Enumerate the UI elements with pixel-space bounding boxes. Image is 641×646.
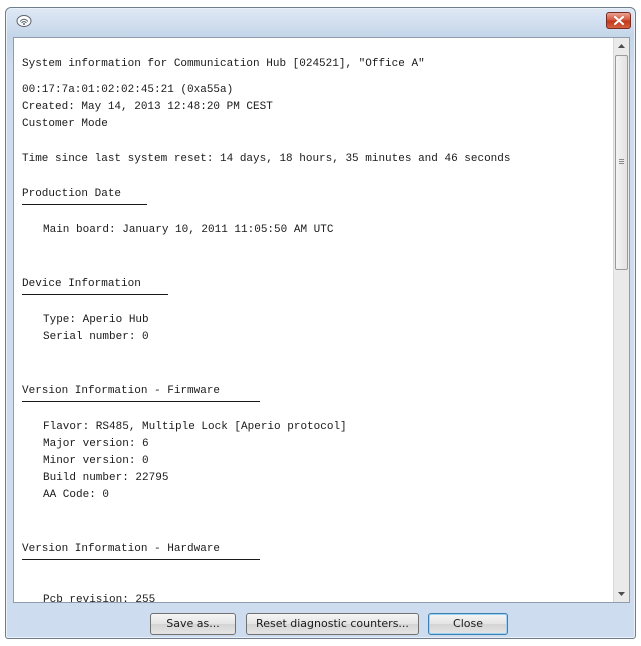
section-heading-production: Production Date: [22, 188, 122, 200]
firmware-flavor: Flavor: RS485, Multiple Lock [Aperio pro…: [43, 421, 347, 433]
section-heading-firmware: Version Information - Firmware: [22, 385, 221, 397]
hub-icon: [16, 15, 32, 27]
serial-number: Serial number: 0: [43, 331, 149, 343]
window-close-button[interactable]: [606, 12, 631, 29]
close-button[interactable]: Close: [428, 613, 508, 635]
section-heading-device: Device Information: [22, 278, 141, 290]
firmware-major-version: Major version: 6: [43, 438, 149, 450]
grip-line: [619, 161, 624, 162]
report-viewer[interactable]: System information for Communication Hub…: [13, 37, 630, 603]
report-header: System information for Communication Hub…: [22, 58, 425, 70]
scroll-thumb[interactable]: [615, 55, 628, 270]
mode-text: Customer Mode: [22, 118, 108, 130]
heading-underline: [22, 294, 168, 295]
scroll-up-button[interactable]: [614, 38, 629, 54]
device-type: Type: Aperio Hub: [43, 314, 149, 326]
firmware-aa-code: AA Code: 0: [43, 489, 110, 501]
uptime-text: Time since last system reset: 14 days, 1…: [22, 153, 511, 165]
main-board-date: Main board: January 10, 2011 11:05:50 AM…: [43, 224, 334, 236]
title-bar[interactable]: [6, 8, 635, 34]
vertical-scrollbar[interactable]: [613, 38, 629, 602]
heading-underline: [22, 559, 260, 560]
system-info-dialog: System information for Communication Hub…: [5, 7, 636, 639]
close-x-icon: [614, 16, 624, 25]
section-heading-hardware: Version Information - Hardware: [22, 543, 221, 555]
created-date: Created: May 14, 2013 12:48:20 PM CEST: [22, 101, 273, 113]
heading-underline: [22, 204, 147, 205]
reset-diagnostic-counters-button[interactable]: Reset diagnostic counters...: [246, 613, 419, 635]
hardware-partial-line: Pcb revision: 255: [43, 594, 156, 602]
arrow-down-icon: [618, 592, 625, 596]
arrow-up-icon: [618, 44, 625, 48]
grip-line: [619, 163, 624, 164]
save-as-button[interactable]: Save as...: [150, 613, 236, 635]
heading-underline: [22, 401, 260, 402]
scroll-down-button[interactable]: [614, 586, 629, 602]
grip-line: [619, 159, 624, 160]
firmware-build-number: Build number: 22795: [43, 472, 169, 484]
firmware-minor-version: Minor version: 0: [43, 455, 149, 467]
report-text[interactable]: System information for Communication Hub…: [14, 38, 613, 602]
mac-address: 00:17:7a:01:02:02:45:21 (0xa55a): [22, 84, 234, 96]
